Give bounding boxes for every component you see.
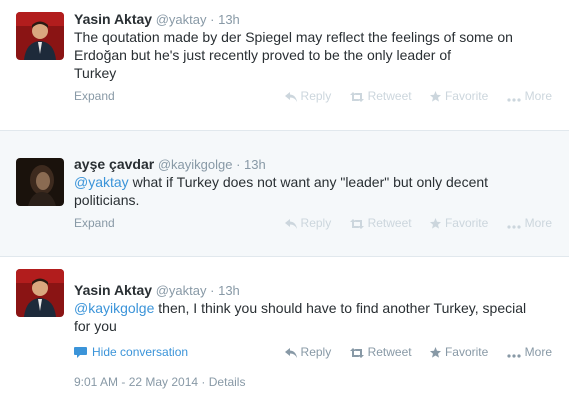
favorite-button[interactable]: Favorite <box>429 345 489 359</box>
separator: · <box>210 12 215 27</box>
separator: · <box>210 283 215 298</box>
tweet-time[interactable]: 13h <box>218 283 240 298</box>
reply-label: Reply <box>300 345 332 359</box>
speech-bubble-icon <box>74 347 87 358</box>
favorite-label: Favorite <box>444 216 489 230</box>
tweet-text-line: Turkey <box>74 65 117 81</box>
avatar-yasin-aktay[interactable] <box>16 269 64 317</box>
more-label: More <box>524 345 552 359</box>
more-label: More <box>524 89 552 103</box>
reply-icon <box>284 92 297 102</box>
reply-icon <box>284 348 297 358</box>
retweet-button[interactable]: Retweet <box>349 89 412 103</box>
retweet-button[interactable]: Retweet <box>349 216 412 230</box>
tweet-header: Yasin Aktay @yaktay · 13h <box>74 282 240 299</box>
reply-icon <box>284 219 297 229</box>
tweet-text: @yaktay what if Turkey does not want any… <box>74 173 544 209</box>
hide-conversation-label: Hide conversation <box>92 345 189 359</box>
tweet-header: ayşe çavdar @kayikgolge · 13h <box>74 156 266 173</box>
favorite-button[interactable]: Favorite <box>429 89 489 103</box>
tweet-3[interactable]: Yasin Aktay @yaktay · 13h @kayikgolge th… <box>0 257 569 400</box>
tweet-timestamp[interactable]: 9:01 AM - 22 May 2014 <box>74 375 198 389</box>
user-fullname[interactable]: Yasin Aktay <box>74 11 152 27</box>
favorite-label: Favorite <box>444 345 489 359</box>
user-fullname[interactable]: Yasin Aktay <box>74 282 152 298</box>
tweet-text-line: @yaktay what if Turkey does not want any… <box>74 173 544 191</box>
expand-link[interactable]: Expand <box>74 216 115 230</box>
reply-button[interactable]: Reply <box>284 89 332 103</box>
tweet-2[interactable]: ayşe çavdar @kayikgolge · 13h @yaktay wh… <box>0 131 569 257</box>
more-button[interactable]: More <box>507 345 552 359</box>
avatar-ayse-cavdar[interactable] <box>16 158 64 206</box>
reply-label: Reply <box>300 216 332 230</box>
tweet-text-line: The qoutation made by der Spiegel may re… <box>74 29 513 45</box>
tweet-text-line: politicians. <box>74 192 140 208</box>
tweet-text-fragment: then, I think you should have to find an… <box>154 300 527 316</box>
user-handle[interactable]: @yaktay <box>156 283 207 298</box>
retweet-icon <box>349 92 364 102</box>
user-handle[interactable]: @kayikgolge <box>158 157 233 172</box>
retweet-label: Retweet <box>367 89 412 103</box>
more-button[interactable]: More <box>507 89 552 103</box>
separator: · <box>201 375 206 389</box>
ellipsis-icon <box>507 225 521 229</box>
tweet-text-line: for you <box>74 318 117 334</box>
ellipsis-icon <box>507 354 521 358</box>
more-label: More <box>524 216 552 230</box>
tweet-text-fragment: what if Turkey does not want any "leader… <box>128 174 489 190</box>
tweet-header: Yasin Aktay @yaktay · 13h <box>74 11 240 28</box>
tweet-actions: Reply Retweet Favorite More <box>270 345 552 359</box>
retweet-label: Retweet <box>367 345 412 359</box>
star-icon <box>429 347 441 358</box>
expand-link[interactable]: Expand <box>74 89 115 103</box>
favorite-button[interactable]: Favorite <box>429 216 489 230</box>
user-handle[interactable]: @yaktay <box>156 12 207 27</box>
tweet-text-line: Erdoğan but he's just recently proved to… <box>74 47 452 63</box>
retweet-button[interactable]: Retweet <box>349 345 412 359</box>
user-fullname[interactable]: ayşe çavdar <box>74 156 154 172</box>
tweet-actions: Reply Retweet Favorite More <box>270 216 552 230</box>
tweet-time[interactable]: 13h <box>218 12 240 27</box>
tweet-text: The qoutation made by der Spiegel may re… <box>74 28 544 82</box>
tweet-time[interactable]: 13h <box>244 157 266 172</box>
star-icon <box>429 91 441 102</box>
tweet-actions: Reply Retweet Favorite More <box>270 89 552 103</box>
retweet-icon <box>349 348 364 358</box>
more-button[interactable]: More <box>507 216 552 230</box>
tweet-text: @kayikgolge then, I think you should hav… <box>74 299 544 335</box>
star-icon <box>429 218 441 229</box>
separator: · <box>236 157 241 172</box>
retweet-icon <box>349 219 364 229</box>
mention-link[interactable]: @kayikgolge <box>74 300 154 316</box>
reply-label: Reply <box>300 89 332 103</box>
tweet-text-line: @kayikgolge then, I think you should hav… <box>74 299 544 317</box>
tweet-metadata: 9:01 AM - 22 May 2014 · Details <box>74 375 245 389</box>
retweet-label: Retweet <box>367 216 412 230</box>
hide-conversation-link[interactable]: Hide conversation <box>74 345 188 359</box>
details-link[interactable]: Details <box>209 375 246 389</box>
tweet-1[interactable]: Yasin Aktay @yaktay · 13h The qoutation … <box>0 0 569 131</box>
reply-button[interactable]: Reply <box>284 216 332 230</box>
ellipsis-icon <box>507 98 521 102</box>
reply-button[interactable]: Reply <box>284 345 332 359</box>
mention-link[interactable]: @yaktay <box>74 174 129 190</box>
avatar-yasin-aktay[interactable] <box>16 12 64 60</box>
favorite-label: Favorite <box>444 89 489 103</box>
